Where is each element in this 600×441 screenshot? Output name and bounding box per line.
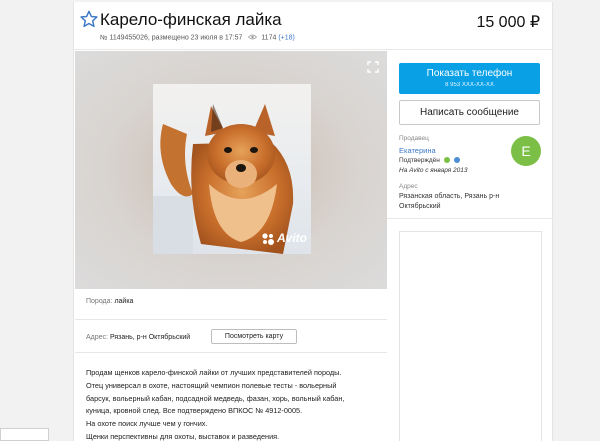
breed-value: лайка bbox=[114, 298, 134, 305]
eye-icon bbox=[248, 34, 258, 40]
views-count: 1174 bbox=[261, 34, 277, 42]
description-line: На охоте поиск лучше чем у гончих. bbox=[86, 419, 208, 429]
photo-watermark: Avito bbox=[277, 231, 307, 245]
address-label: Адрес: bbox=[86, 334, 108, 341]
phone-verified-icon bbox=[443, 157, 450, 163]
show-map-button[interactable]: Посмотреть карту bbox=[211, 329, 297, 344]
seller-name-link[interactable]: Екатерина bbox=[399, 146, 436, 155]
description-line: барсук, вольерный кабан, подсадной медве… bbox=[86, 393, 345, 403]
listing-meta: № 1149455026, размещено 23 июля в 17:57 … bbox=[100, 34, 295, 41]
seller-label: Продавец bbox=[399, 135, 429, 142]
confirmed-text: Подтверждён bbox=[399, 157, 440, 164]
show-phone-button[interactable]: Показать телефон 8 953 XXX-XX-XX bbox=[399, 63, 540, 94]
views-delta[interactable]: (+18) bbox=[278, 34, 295, 41]
avito-logo-icon bbox=[262, 233, 274, 245]
sidebar-address-value: Рязанская область, Рязань р-н Октябрьски… bbox=[399, 193, 500, 210]
listing-title: Карело-финская лайка bbox=[100, 10, 282, 29]
divider bbox=[75, 352, 387, 353]
ad-placeholder bbox=[399, 231, 542, 441]
dog-illustration bbox=[153, 84, 311, 254]
address-value: Рязань, р-н Октябрьский bbox=[109, 334, 191, 341]
listing-card: Карело-финская лайка № 1149455026, разме… bbox=[73, 2, 554, 441]
listing-header: Карело-финская лайка № 1149455026, разме… bbox=[74, 2, 554, 50]
description-line: Щенки перспективны для охоты, выставок и… bbox=[86, 431, 280, 441]
favorite-star-icon[interactable] bbox=[80, 10, 98, 28]
member-since: На Avito с января 2013 bbox=[399, 167, 468, 174]
seller-confirmed: Подтверждён bbox=[399, 157, 460, 164]
listing-price: 15 000 ₽ bbox=[476, 14, 540, 31]
corner-widget[interactable] bbox=[0, 428, 49, 441]
dog-photo[interactable]: Avito bbox=[153, 84, 311, 254]
description-line: куница, кровной след. Все подтверждено В… bbox=[86, 406, 303, 416]
listing-number: № 1149455026, размещено 23 июля в 17:57 bbox=[100, 34, 243, 42]
sidebar-address-label: Адрес bbox=[399, 183, 418, 190]
breed-row: Порода: лайка bbox=[86, 298, 398, 305]
seller-avatar[interactable]: E bbox=[511, 136, 541, 166]
description: Продам щенков карело-финской лайки от лу… bbox=[86, 367, 386, 441]
description-line: Отец универсал в охоте, настоящий чемпио… bbox=[86, 380, 337, 390]
photo-gallery[interactable]: Avito bbox=[75, 51, 387, 289]
divider bbox=[75, 319, 387, 320]
show-phone-label: Показать телефон bbox=[426, 68, 513, 79]
masked-phone: 8 953 XXX-XX-XX bbox=[445, 82, 494, 88]
description-line: Продам щенков карело-финской лайки от лу… bbox=[86, 368, 342, 377]
write-message-button[interactable]: Написать сообщение bbox=[399, 100, 540, 125]
social-verified-icon bbox=[453, 157, 460, 163]
expand-icon[interactable] bbox=[367, 61, 379, 73]
breed-label: Порода: bbox=[86, 298, 113, 305]
